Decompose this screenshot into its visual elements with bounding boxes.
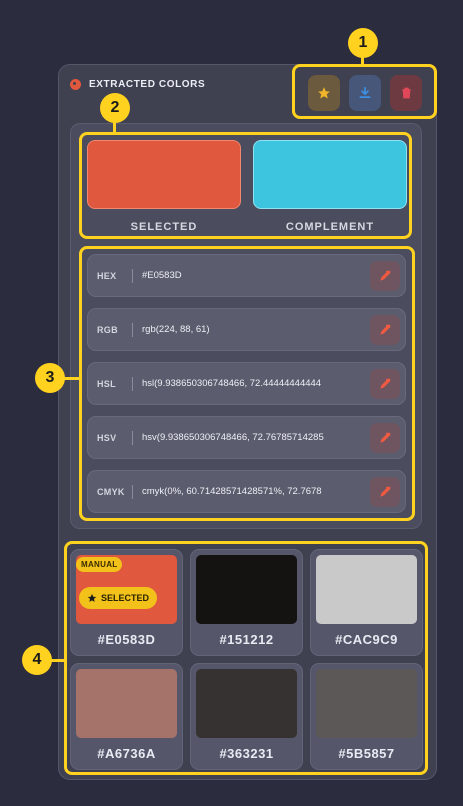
palette-icon (70, 78, 81, 90)
highlight-toolbar (292, 64, 437, 119)
callout-badge-2: 2 (100, 93, 130, 123)
highlight-preview (79, 132, 412, 239)
panel-title: EXTRACTED COLORS (89, 78, 206, 90)
callout-badge-3: 3 (35, 363, 65, 393)
highlight-palette (64, 541, 428, 775)
callout-badge-4: 4 (22, 645, 52, 675)
panel-header: EXTRACTED COLORS (70, 77, 205, 91)
callout-badge-1: 1 (348, 28, 378, 58)
highlight-formats (79, 246, 415, 521)
